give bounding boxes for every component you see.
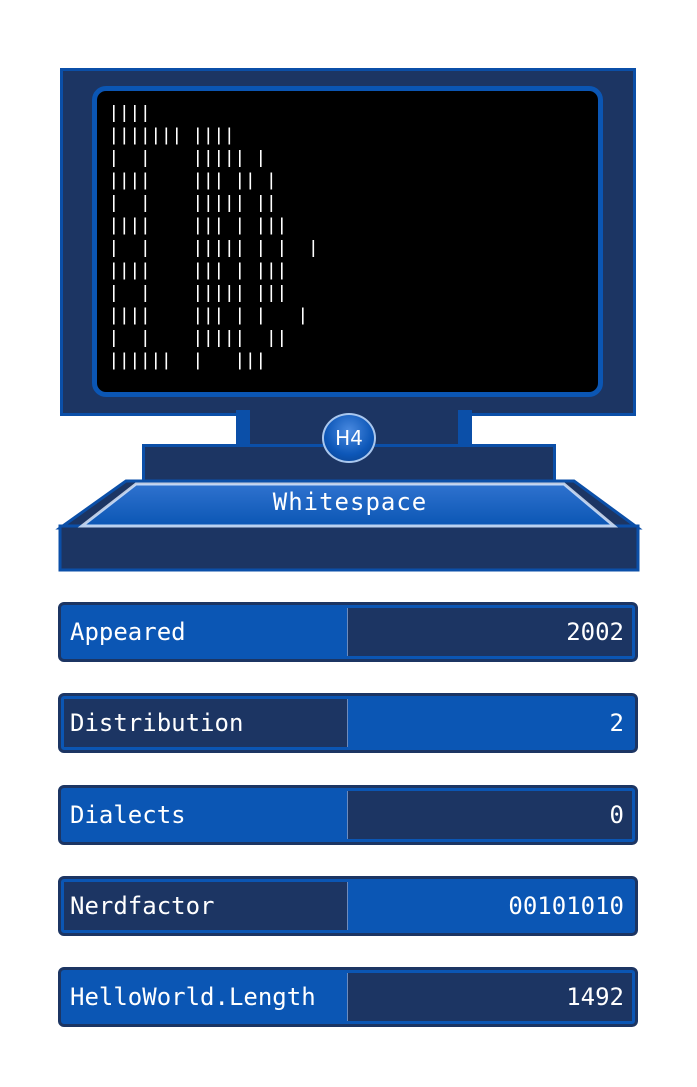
stat-value: 0 (347, 791, 632, 839)
stat-label: Distribution (64, 699, 347, 747)
stat-label: Nerdfactor (64, 882, 347, 930)
language-card: H4 Whitespace Appeared 2002 Distribution… (0, 0, 697, 1087)
stat-label: HelloWorld.Length (64, 973, 347, 1021)
stat-value: 2002 (347, 608, 632, 656)
stat-appeared: Appeared 2002 (58, 602, 638, 662)
stat-value: 1492 (347, 973, 632, 1021)
stat-label: Appeared (64, 608, 347, 656)
stat-value: 2 (347, 699, 632, 747)
stat-helloworld-length: HelloWorld.Length 1492 (58, 967, 638, 1027)
stat-dialects: Dialects 0 (58, 785, 638, 845)
language-badge: H4 (322, 413, 376, 463)
stat-nerdfactor: Nerdfactor 00101010 (58, 876, 638, 936)
language-name: Whitespace (272, 488, 428, 516)
stat-value: 00101010 (347, 882, 632, 930)
stat-label: Dialects (64, 791, 347, 839)
stat-distribution: Distribution 2 (58, 693, 638, 753)
